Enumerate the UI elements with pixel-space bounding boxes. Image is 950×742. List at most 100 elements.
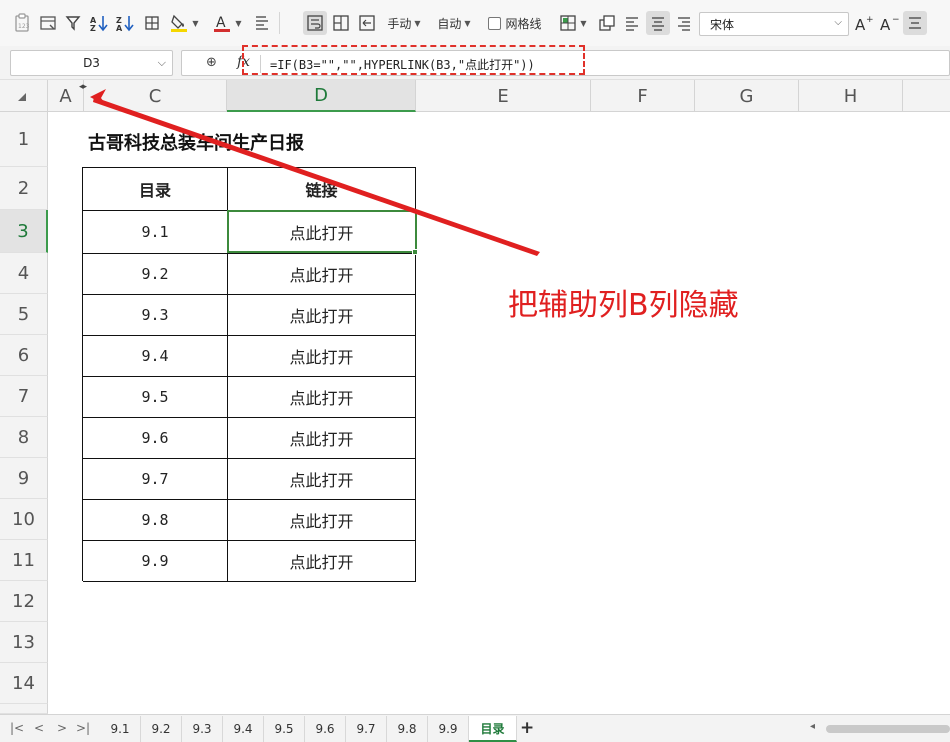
- font-color-icon[interactable]: A ▼: [210, 11, 244, 35]
- zoom-icon[interactable]: ⊕: [206, 55, 217, 70]
- last-sheet-icon[interactable]: >|: [76, 721, 90, 735]
- table-cell-link[interactable]: 点此打开: [228, 500, 416, 541]
- row-header-1[interactable]: 1: [0, 112, 48, 167]
- scroll-left-icon[interactable]: ◂: [810, 721, 815, 732]
- table-cell-link[interactable]: 点此打开: [228, 295, 416, 336]
- scrollbar-thumb[interactable]: [826, 725, 950, 733]
- sheet-tab-active[interactable]: 目录: [469, 716, 517, 742]
- sheet-tab[interactable]: 9.4: [223, 716, 264, 742]
- select-all-icon: [18, 93, 26, 101]
- align-right-icon[interactable]: [675, 11, 693, 35]
- sheet-tab[interactable]: 9.8: [387, 716, 428, 742]
- gridlines-label: 网格线: [505, 16, 542, 31]
- row-height-auto-dropdown[interactable]: 自动 ▼: [432, 11, 476, 35]
- gridlines-toggle[interactable]: 网格线: [485, 11, 545, 35]
- increase-font-size-icon[interactable]: A +: [853, 11, 875, 35]
- row-header-7[interactable]: 7: [0, 376, 48, 417]
- next-sheet-icon[interactable]: >: [57, 721, 67, 735]
- row-header-6[interactable]: 6: [0, 335, 48, 376]
- row-header-5[interactable]: 5: [0, 294, 48, 335]
- table-cell-link[interactable]: 点此打开: [228, 377, 416, 418]
- table-header-link[interactable]: 链接: [228, 168, 416, 211]
- row-header-12[interactable]: 12: [0, 581, 48, 622]
- svg-text:123: 123: [18, 23, 30, 30]
- name-box[interactable]: D3 ⌵: [10, 50, 173, 76]
- merge-cells-icon[interactable]: [330, 11, 352, 35]
- table-cell-catalog[interactable]: 9.2: [83, 254, 228, 295]
- svg-text:A: A: [880, 16, 891, 32]
- table-cell-link[interactable]: 点此打开: [228, 336, 416, 377]
- fill-color-swatch: [171, 29, 188, 32]
- column-header-c[interactable]: C: [84, 80, 227, 112]
- sheet-title[interactable]: 古哥科技总装车间生产日报: [88, 129, 304, 155]
- sheet-tab[interactable]: 9.9: [428, 716, 469, 742]
- hidden-column-marker-icon[interactable]: ◂▸: [79, 82, 87, 92]
- row-header-14[interactable]: 14: [0, 663, 48, 704]
- table-cell-catalog[interactable]: 9.7: [83, 459, 228, 500]
- chevron-down-icon: ▼: [464, 18, 471, 28]
- active-cell-border: [227, 210, 417, 253]
- select-all-corner[interactable]: [0, 80, 48, 112]
- horizontal-scrollbar[interactable]: ◂: [810, 721, 950, 735]
- sort-descending-icon[interactable]: ZA: [114, 11, 136, 35]
- sort-ascending-icon[interactable]: AZ: [88, 11, 110, 35]
- table-cell-link[interactable]: 点此打开: [228, 541, 416, 582]
- row-header-9[interactable]: 9: [0, 458, 48, 499]
- row-height-manual-dropdown[interactable]: 手动 ▼: [383, 11, 425, 35]
- name-box-value: D3: [83, 56, 100, 70]
- sheet-tab[interactable]: 9.6: [305, 716, 346, 742]
- text-align-menu-icon[interactable]: [903, 11, 927, 35]
- table-header-catalog[interactable]: 目录: [83, 168, 228, 211]
- table-cell-catalog[interactable]: 9.4: [83, 336, 228, 377]
- table-cell-catalog[interactable]: 9.1: [83, 211, 228, 254]
- sheet-tab[interactable]: 9.2: [141, 716, 182, 742]
- paste-format-icon[interactable]: 123: [10, 11, 34, 35]
- sheet-tab[interactable]: 9.1: [100, 716, 141, 742]
- decrease-font-size-icon[interactable]: A −: [878, 11, 900, 35]
- wrap-text-icon[interactable]: [303, 11, 327, 35]
- align-left-icon[interactable]: [623, 11, 641, 35]
- first-sheet-icon[interactable]: |<: [10, 721, 24, 735]
- column-header-f[interactable]: F: [591, 80, 695, 112]
- cell-style-icon[interactable]: [37, 11, 59, 35]
- row-header-11[interactable]: 11: [0, 540, 48, 581]
- column-header-d[interactable]: D: [227, 80, 416, 112]
- filter-icon[interactable]: [63, 11, 83, 35]
- fill-color-icon[interactable]: ▼: [168, 11, 200, 35]
- column-header-e[interactable]: E: [416, 80, 591, 112]
- table-cell-catalog[interactable]: 9.9: [83, 541, 228, 582]
- row-header-10[interactable]: 10: [0, 499, 48, 540]
- add-sheet-icon[interactable]: +: [520, 718, 534, 738]
- prev-sheet-icon[interactable]: <: [34, 721, 44, 735]
- table-cell-catalog[interactable]: 9.8: [83, 500, 228, 541]
- borders-icon[interactable]: [142, 11, 162, 35]
- sheet-tab[interactable]: 9.5: [264, 716, 305, 742]
- table-cell-link[interactable]: 点此打开: [228, 418, 416, 459]
- fill-handle[interactable]: [412, 249, 418, 255]
- conditional-format-icon[interactable]: ▼: [556, 11, 590, 35]
- auto-fit-icon[interactable]: [356, 11, 378, 35]
- row-header-2[interactable]: 2: [0, 167, 48, 210]
- table-cell-catalog[interactable]: 9.5: [83, 377, 228, 418]
- table-cell-catalog[interactable]: 9.6: [83, 418, 228, 459]
- chevron-down-icon: ▼: [580, 18, 587, 28]
- chevron-down-icon: ▼: [235, 18, 242, 28]
- freeze-panes-icon[interactable]: [597, 11, 617, 35]
- align-center-icon[interactable]: [646, 11, 670, 35]
- sheet-tab[interactable]: 9.3: [182, 716, 223, 742]
- row-header-13[interactable]: 13: [0, 622, 48, 663]
- format-painter-icon[interactable]: [252, 11, 272, 35]
- table-cell-link[interactable]: 点此打开: [228, 254, 416, 295]
- font-family-select[interactable]: 宋体 ⌵: [699, 12, 849, 36]
- row-header-3[interactable]: 3: [0, 210, 48, 253]
- column-header-row: A C D E F G H: [0, 80, 950, 112]
- column-header-g[interactable]: G: [695, 80, 799, 112]
- sheet-tab[interactable]: 9.7: [346, 716, 387, 742]
- table-cell-link[interactable]: 点此打开: [228, 459, 416, 500]
- chevron-down-icon: ⌵: [834, 17, 842, 28]
- gridlines-checkbox[interactable]: [488, 16, 502, 30]
- row-header-4[interactable]: 4: [0, 253, 48, 294]
- table-cell-catalog[interactable]: 9.3: [83, 295, 228, 336]
- row-header-8[interactable]: 8: [0, 417, 48, 458]
- column-header-h[interactable]: H: [799, 80, 903, 112]
